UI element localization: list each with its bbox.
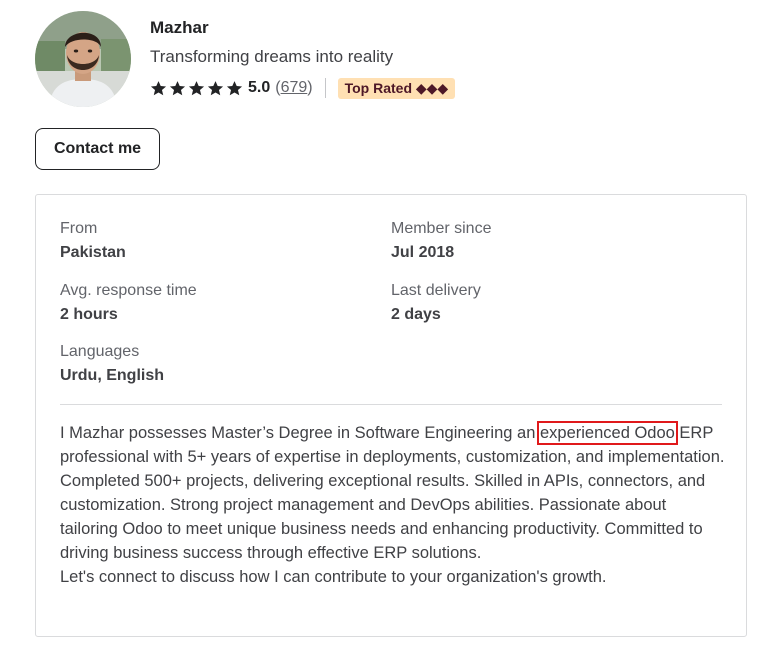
highlighted-phrase: experienced Odoo	[536, 421, 678, 445]
description-text: ERP professional with 5+ years of expert…	[60, 424, 725, 562]
stat-languages: Languages Urdu, English	[60, 343, 164, 385]
stat-value: Jul 2018	[391, 244, 455, 261]
stat-label: Avg. response time	[60, 282, 197, 299]
rating-score: 5.0	[248, 79, 271, 96]
stat-value: Pakistan	[60, 244, 126, 261]
stat-label: Last delivery	[391, 282, 481, 299]
paren-close: )	[307, 79, 313, 96]
stats-card: From Pakistan Member since Jul 2018 Avg.…	[35, 194, 747, 637]
seller-tagline: Transforming dreams into reality	[150, 47, 394, 66]
contact-me-button[interactable]: Contact me	[35, 128, 160, 170]
review-count-link[interactable]: 679	[281, 79, 308, 97]
avatar[interactable]	[35, 11, 131, 107]
divider	[324, 78, 326, 98]
stat-value: 2 hours	[60, 306, 118, 323]
star-icon	[150, 80, 167, 97]
card-divider	[60, 404, 722, 405]
seller-name[interactable]: Mazhar	[150, 18, 209, 38]
description-closing: Let's connect to discuss how I can contr…	[60, 568, 607, 586]
stat-value: Urdu, English	[60, 367, 164, 384]
stat-from: From Pakistan	[60, 220, 126, 262]
top-rated-badge: Top Rated ◆◆◆	[337, 77, 456, 99]
stat-label: From	[60, 220, 98, 237]
description-text: I Mazhar possesses Master’s Degree in So…	[60, 424, 540, 442]
stat-member-since: Member since Jul 2018	[391, 220, 491, 262]
star-icon	[226, 80, 243, 97]
stat-last-delivery: Last delivery 2 days	[391, 282, 481, 324]
rating-stars	[150, 80, 245, 97]
seller-profile: Mazhar Transforming dreams into reality …	[0, 0, 774, 654]
star-icon	[188, 80, 205, 97]
seller-description: I Mazhar possesses Master’s Degree in So…	[60, 421, 726, 589]
stat-label: Member since	[391, 220, 492, 237]
stat-label: Languages	[60, 343, 140, 360]
rating-row: 5.0 (679) Top Rated ◆◆◆	[150, 77, 456, 99]
star-icon	[207, 80, 224, 97]
stat-response-time: Avg. response time 2 hours	[60, 282, 197, 324]
star-icon	[169, 80, 186, 97]
stat-value: 2 days	[391, 306, 441, 323]
